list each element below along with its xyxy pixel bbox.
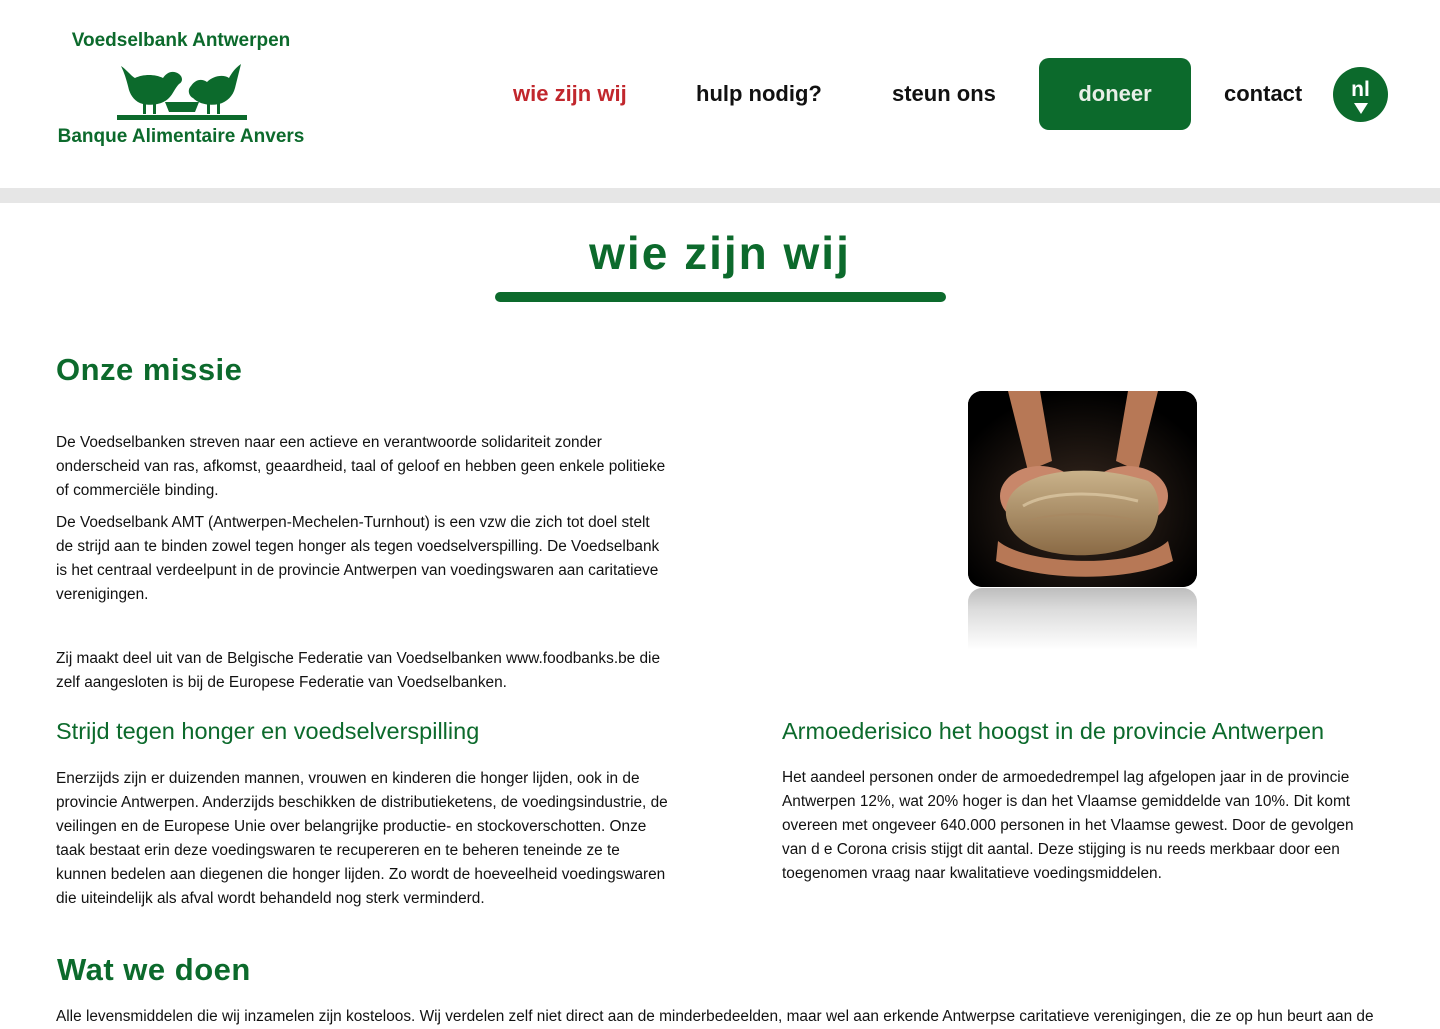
section-heading-wat-we-doen: Wat we doen [57, 952, 251, 987]
header-divider [0, 188, 1440, 203]
main-nav: wie zijn wij hulp nodig? steun ons donee… [0, 58, 1440, 130]
section-heading-missie: Onze missie [56, 352, 243, 387]
bread-in-hands-image [968, 391, 1197, 587]
brand-name-nl: Voedselbank Antwerpen [71, 30, 291, 51]
missie-paragraph-2: De Voedselbank AMT (Antwerpen-Mechelen-T… [56, 514, 660, 603]
armoede-paragraph: Het aandeel personen onder de armoededre… [782, 769, 1354, 882]
title-underline [495, 292, 946, 302]
page-title: wie zijn wij [589, 227, 851, 279]
section-heading-armoede: Armoederisico het hoogst in de provincie… [782, 718, 1325, 744]
nav-item-steun-ons[interactable]: steun ons [892, 58, 996, 130]
site-header: Voedselbank Antwerpen Banque Alimentaire… [0, 0, 1440, 188]
wat-we-doen-paragraph: Alle levensmiddelen die wij inzamelen zi… [56, 1008, 1374, 1025]
nav-item-contact[interactable]: contact [1224, 58, 1302, 130]
section-heading-strijd: Strijd tegen honger en voedselverspillin… [56, 718, 480, 744]
nav-item-wie-zijn-wij[interactable]: wie zijn wij [513, 58, 627, 130]
language-switcher[interactable]: nl [1333, 67, 1388, 122]
strijd-paragraph: Enerzijds zijn er duizenden mannen, vrou… [56, 770, 668, 907]
language-label: nl [1351, 78, 1370, 101]
nav-item-hulp-nodig[interactable]: hulp nodig? [696, 58, 822, 130]
image-reflection [968, 588, 1197, 650]
missie-paragraph-1: De Voedselbanken streven naar een actiev… [56, 434, 666, 499]
missie-paragraph-3: Zij maakt deel uit van de Belgische Fede… [56, 650, 661, 691]
donate-button[interactable]: doneer [1039, 58, 1191, 130]
chevron-down-icon [1354, 103, 1368, 114]
